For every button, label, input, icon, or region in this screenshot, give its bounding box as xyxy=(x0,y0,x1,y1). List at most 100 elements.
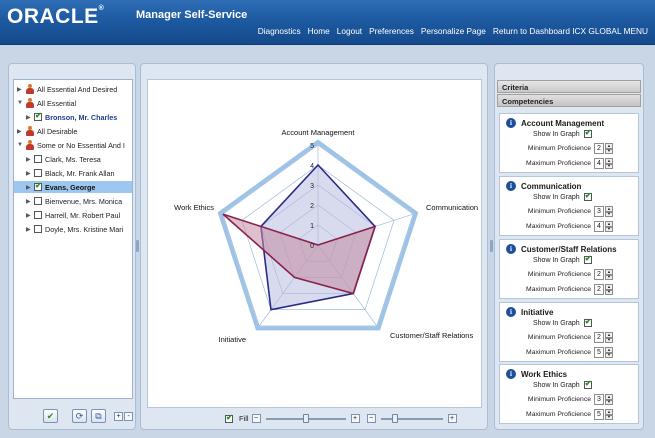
person-checkbox[interactable] xyxy=(34,225,42,233)
zoom-in-button[interactable]: + xyxy=(350,414,360,423)
home-link[interactable]: Home xyxy=(308,26,330,36)
tree-person-clark[interactable]: ▶ Clark, Ms. Teresa xyxy=(26,153,101,165)
return-to-dashboard-link[interactable]: Return to Dashboard ICX GLOBAL MENU xyxy=(493,26,648,36)
collapse-all-button[interactable]: - xyxy=(124,411,133,421)
stepper-down-icon[interactable]: ▼ xyxy=(605,274,613,280)
stepper-down-icon[interactable]: ▼ xyxy=(605,399,613,405)
stepper-down-icon[interactable]: ▼ xyxy=(605,226,613,232)
opacity-increase-button[interactable]: + xyxy=(447,414,457,423)
copy-button[interactable]: ⧉ xyxy=(91,409,106,423)
show-in-graph-checkbox[interactable] xyxy=(583,254,592,264)
person-checkbox[interactable] xyxy=(34,197,42,205)
preferences-link[interactable]: Preferences xyxy=(369,26,414,36)
show-in-graph-checkbox[interactable] xyxy=(583,379,592,389)
info-icon[interactable]: i xyxy=(506,369,516,379)
tree-person-black[interactable]: ▶ Black, Mr. Frank Allan xyxy=(26,167,115,179)
personalize-page-link[interactable]: Personalize Page xyxy=(421,26,486,36)
zoom-slider-thumb[interactable] xyxy=(302,413,309,423)
info-icon[interactable]: i xyxy=(506,244,516,254)
expand-all-button[interactable]: + xyxy=(114,411,123,421)
show-in-graph-checkbox[interactable] xyxy=(583,128,592,138)
logout-link[interactable]: Logout xyxy=(337,26,362,36)
max-proficiency-input[interactable]: 5 xyxy=(594,347,604,358)
tree-group-all-desirable[interactable]: ▶ All Desirable xyxy=(17,125,77,137)
max-proficiency-stepper[interactable]: ▲ ▼ xyxy=(605,158,613,169)
max-proficiency-stepper[interactable]: ▲ ▼ xyxy=(605,284,613,295)
expand-arrow-icon[interactable]: ▶ xyxy=(26,198,33,205)
min-proficiency-label: Minimum Proficience xyxy=(527,396,591,403)
min-proficiency-stepper[interactable]: ▲ ▼ xyxy=(605,394,613,405)
min-proficiency-stepper[interactable]: ▲ ▼ xyxy=(605,332,613,343)
max-proficiency-input[interactable]: 2 xyxy=(594,284,604,295)
max-proficiency-input[interactable]: 4 xyxy=(594,221,604,232)
tree-group-all-essential[interactable]: ▼ All Essential xyxy=(17,97,76,109)
right-splitter-handle[interactable] xyxy=(490,240,493,252)
min-proficiency-input[interactable]: 3 xyxy=(594,394,604,405)
stepper-down-icon[interactable]: ▼ xyxy=(605,289,613,295)
diagnostics-link[interactable]: Diagnostics xyxy=(258,26,301,36)
opacity-decrease-button[interactable]: − xyxy=(366,414,376,423)
collapse-arrow-icon[interactable]: ▼ xyxy=(17,100,24,106)
min-proficiency-label: Minimum Proficience xyxy=(527,208,591,215)
expand-arrow-icon[interactable]: ▶ xyxy=(26,212,33,219)
max-proficiency-input[interactable]: 5 xyxy=(594,409,604,420)
max-proficiency-stepper[interactable]: ▲ ▼ xyxy=(605,409,613,420)
tree-person-evans[interactable]: ▶ Evans, George xyxy=(14,181,132,193)
info-icon[interactable]: i xyxy=(506,118,516,128)
max-proficiency-row: Maximum Proficience 4 ▲ ▼ xyxy=(514,221,613,232)
apply-button[interactable]: ✔ xyxy=(43,409,58,423)
person-checkbox[interactable] xyxy=(34,155,42,163)
stepper-down-icon[interactable]: ▼ xyxy=(605,414,613,420)
stepper-down-icon[interactable]: ▼ xyxy=(605,211,613,217)
min-proficiency-row: Minimum Proficience 3 ▲ ▼ xyxy=(514,394,613,405)
stepper-down-icon[interactable]: ▼ xyxy=(605,337,613,343)
tree-person-bienvenue[interactable]: ▶ Bienvenue, Mrs. Monica xyxy=(26,195,122,207)
person-checkbox[interactable] xyxy=(34,181,42,191)
opacity-slider-thumb[interactable] xyxy=(391,413,398,423)
max-proficiency-row: Maximum Proficience 5 ▲ ▼ xyxy=(514,409,613,420)
criteria-panel: Criteria Competencies i Account Managemen… xyxy=(494,63,644,430)
criteria-header[interactable]: Criteria xyxy=(497,80,641,93)
info-icon[interactable]: i xyxy=(506,181,516,191)
min-proficiency-input[interactable]: 2 xyxy=(594,269,604,280)
refresh-button[interactable]: ⟳ xyxy=(72,409,87,423)
expand-arrow-icon[interactable]: ▶ xyxy=(26,226,33,233)
fill-checkbox[interactable] xyxy=(225,413,233,423)
show-in-graph-checkbox[interactable] xyxy=(583,317,592,327)
max-proficiency-input[interactable]: 4 xyxy=(594,158,604,169)
left-splitter-handle[interactable] xyxy=(136,240,139,252)
expand-arrow-icon[interactable]: ▶ xyxy=(26,170,33,177)
zoom-out-button[interactable]: − xyxy=(251,414,261,423)
min-proficiency-input[interactable]: 2 xyxy=(594,143,604,154)
tree-person-harrell[interactable]: ▶ Harrell, Mr. Robert Paul xyxy=(26,209,120,221)
person-checkbox[interactable] xyxy=(34,211,42,219)
expand-arrow-icon[interactable]: ▶ xyxy=(17,128,24,135)
expand-arrow-icon[interactable]: ▶ xyxy=(26,156,33,163)
tree-person-doyle[interactable]: ▶ Doyle, Mrs. Kristine Mari xyxy=(26,223,123,235)
zoom-slider[interactable] xyxy=(265,413,346,423)
person-checkbox[interactable] xyxy=(34,169,42,177)
info-icon[interactable]: i xyxy=(506,307,516,317)
min-proficiency-input[interactable]: 2 xyxy=(594,332,604,343)
min-proficiency-stepper[interactable]: ▲ ▼ xyxy=(605,269,613,280)
expand-arrow-icon[interactable]: ▶ xyxy=(26,184,33,191)
min-proficiency-input[interactable]: 3 xyxy=(594,206,604,217)
person-checkbox[interactable] xyxy=(34,111,42,121)
min-proficiency-stepper[interactable]: ▲ ▼ xyxy=(605,206,613,217)
tree-person-bronson[interactable]: ▶ Bronson, Mr. Charles xyxy=(26,111,117,123)
collapse-arrow-icon[interactable]: ▼ xyxy=(17,142,24,148)
group-icon xyxy=(25,84,35,94)
tree-group-all-essential-desired[interactable]: ▶ All Essential And Desired xyxy=(17,83,117,95)
opacity-slider[interactable] xyxy=(380,413,443,423)
competencies-header[interactable]: Competencies xyxy=(497,94,641,107)
max-proficiency-stepper[interactable]: ▲ ▼ xyxy=(605,347,613,358)
tree-group-some-or-no-essential[interactable]: ▼ Some or No Essential And I xyxy=(17,139,125,151)
expand-arrow-icon[interactable]: ▶ xyxy=(26,114,33,121)
stepper-down-icon[interactable]: ▼ xyxy=(605,352,613,358)
stepper-down-icon[interactable]: ▼ xyxy=(605,148,613,154)
expand-arrow-icon[interactable]: ▶ xyxy=(17,86,24,93)
stepper-down-icon[interactable]: ▼ xyxy=(605,163,613,169)
show-in-graph-checkbox[interactable] xyxy=(583,191,592,201)
min-proficiency-stepper[interactable]: ▲ ▼ xyxy=(605,143,613,154)
max-proficiency-stepper[interactable]: ▲ ▼ xyxy=(605,221,613,232)
